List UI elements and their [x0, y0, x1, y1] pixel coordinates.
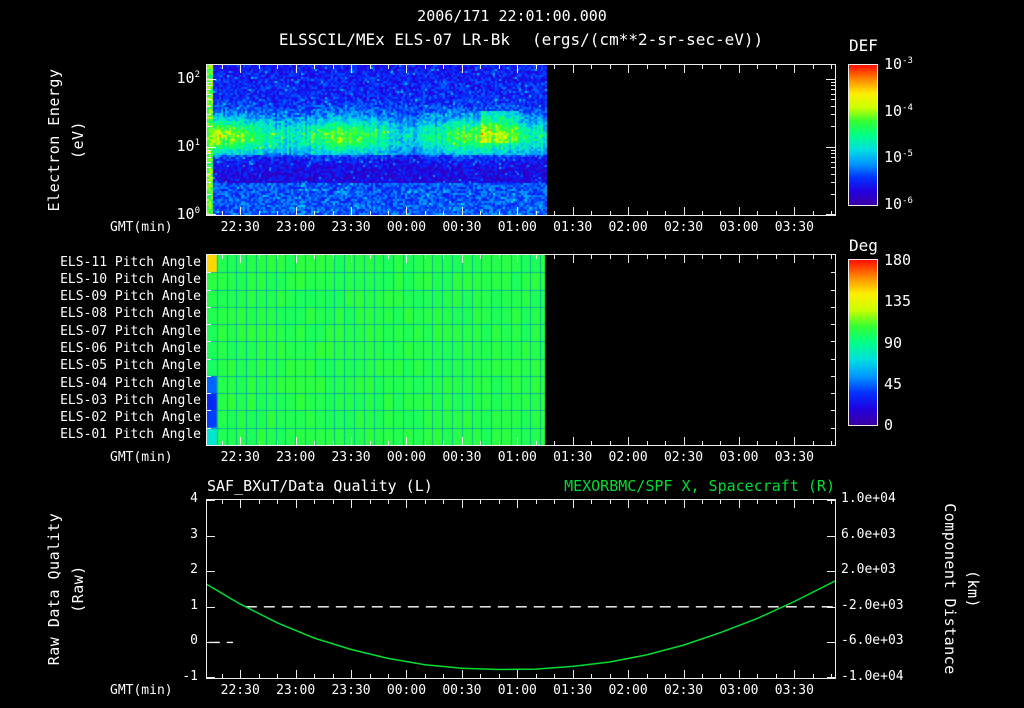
pitch-row-label: ELS-09 Pitch Angle	[60, 289, 201, 305]
gmt-axis-label: GMT(min)	[110, 450, 173, 465]
energy-tick-label: 101	[176, 136, 200, 155]
x-tick-label: 03:00	[719, 220, 759, 235]
pitch-row-label: ELS-08 Pitch Angle	[60, 306, 201, 322]
distance-tick-label: 2.0e+03	[841, 562, 896, 578]
quality-tick-label: 1	[190, 597, 198, 613]
axis-ticks	[207, 255, 835, 445]
quality-ylabel: Raw Data Quality	[45, 512, 63, 666]
def-colorbar-title: DEF	[849, 36, 878, 55]
x-tick-label: 03:30	[774, 450, 814, 465]
x-tick-label: 02:00	[608, 220, 648, 235]
x-tick-label: 03:00	[719, 683, 759, 698]
pitch-row-label: ELS-02 Pitch Angle	[60, 410, 201, 426]
x-tick-label: 02:00	[608, 683, 648, 698]
x-tick-label: 03:00	[719, 450, 759, 465]
pitch-row-label: ELS-11 Pitch Angle	[60, 254, 201, 270]
x-tick-label: 23:00	[276, 220, 316, 235]
spectrogram-panel	[206, 64, 836, 216]
deg-tick-label: 135	[884, 292, 912, 311]
deg-tick-label: 45	[884, 374, 903, 393]
x-tick-label: 01:30	[553, 683, 593, 698]
x-tick-label: 02:30	[663, 683, 704, 698]
distance-tick-label: -6.0e+03	[841, 633, 904, 649]
x-tick-label: 01:00	[497, 683, 537, 698]
spectrogram-title: ELSSCIL/MEx ELS-07 LR-Bk (ergs/(cm**2-sr-…	[206, 30, 836, 49]
quality-distance-panel	[206, 499, 836, 679]
quality-tick-label: 3	[190, 526, 198, 542]
x-tick-label: 03:30	[774, 220, 814, 235]
pitch-row-label: ELS-01 Pitch Angle	[60, 427, 201, 443]
distance-tick-label: 6.0e+03	[841, 526, 896, 542]
distance-tick-label: 1.0e+04	[841, 491, 896, 506]
quality-tick-label: 0	[190, 633, 198, 649]
axis-ticks	[207, 65, 835, 215]
x-tick-label: 01:00	[497, 220, 537, 235]
deg-colorbar-title: Deg	[849, 236, 878, 255]
energy-tick-label: 102	[176, 68, 200, 87]
x-tick-label: 02:30	[663, 450, 704, 465]
main-title: 2006/171 22:01:00.000	[417, 7, 607, 25]
x-tick-label: 22:30	[220, 683, 260, 698]
x-tick-label: 23:30	[331, 220, 371, 235]
spectrogram-units-label: (ergs/(cm**2-sr-sec-eV))	[532, 30, 764, 49]
x-tick-label: 22:30	[220, 450, 260, 465]
def-tick-label: 10-6	[884, 195, 913, 213]
spectrogram-title-text: ELSSCIL/MEx ELS-07 LR-Bk	[278, 30, 510, 49]
deg-tick-label: 90	[884, 333, 903, 352]
distance-tick-label: -1.0e+04	[841, 669, 904, 684]
x-tick-label: 03:30	[774, 683, 814, 698]
quality-title: SAF_BXuT/Data Quality (L)	[207, 477, 433, 495]
x-tick-label: 00:30	[442, 220, 482, 235]
plot-window: 2006/171 22:01:00.000 ELSSCIL/MEx ELS-07…	[0, 0, 1024, 708]
x-tick-label: 00:00	[386, 220, 427, 235]
deg-tick-label: 180	[884, 251, 912, 269]
def-tick-label: 10-4	[884, 101, 913, 120]
quality-ylabel-units: (Raw)	[69, 565, 87, 613]
x-tick-label: 23:30	[331, 683, 371, 698]
distance-ylabel-units: (km)	[964, 569, 982, 609]
distance-tick-label: -2.0e+03	[841, 597, 904, 613]
def-tick-label: 10-5	[884, 148, 913, 167]
spectrogram-ylabel: Electron Energy	[45, 68, 63, 212]
x-tick-label: 23:00	[276, 450, 316, 465]
pitch-row-label: ELS-03 Pitch Angle	[60, 392, 201, 408]
quality-tick-label: 2	[190, 562, 198, 578]
x-tick-label: 00:30	[442, 683, 482, 698]
deg-colorbar	[848, 259, 878, 426]
energy-tick-label: 100	[176, 205, 200, 223]
orbit-title: MEXORBMC/SPF X, Spacecraft (R)	[564, 477, 835, 495]
def-colorbar	[848, 64, 878, 206]
pitch-row-label: ELS-06 Pitch Angle	[60, 341, 201, 356]
spectrogram-ylabel-units: (eV)	[69, 120, 87, 160]
pitch-row-label: ELS-07 Pitch Angle	[60, 323, 201, 339]
x-tick-label: 23:30	[331, 450, 371, 465]
x-tick-label: 00:00	[386, 450, 427, 465]
x-tick-label: 22:30	[220, 220, 260, 235]
pitch-row-label: ELS-05 Pitch Angle	[60, 358, 201, 374]
quality-tick-label: -1	[182, 669, 198, 684]
deg-tick-label: 0	[884, 416, 894, 434]
x-tick-label: 01:00	[497, 450, 537, 465]
axis-ticks	[207, 500, 835, 678]
distance-ylabel: Component Distance	[941, 503, 959, 675]
gmt-axis-label: GMT(min)	[110, 683, 173, 698]
pitch-angle-panel	[206, 254, 836, 446]
x-tick-label: 02:00	[608, 450, 648, 465]
quality-tick-label: 4	[190, 491, 198, 506]
def-tick-label: 10-3	[884, 55, 913, 73]
x-tick-label: 02:30	[663, 220, 704, 235]
x-tick-label: 00:00	[386, 683, 427, 698]
x-tick-label: 01:30	[553, 220, 593, 235]
x-tick-label: 23:00	[276, 683, 316, 698]
x-tick-label: 01:30	[553, 450, 593, 465]
pitch-row-label: ELS-10 Pitch Angle	[60, 271, 201, 287]
x-tick-label: 00:30	[442, 450, 482, 465]
pitch-row-label: ELS-04 Pitch Angle	[60, 375, 201, 391]
